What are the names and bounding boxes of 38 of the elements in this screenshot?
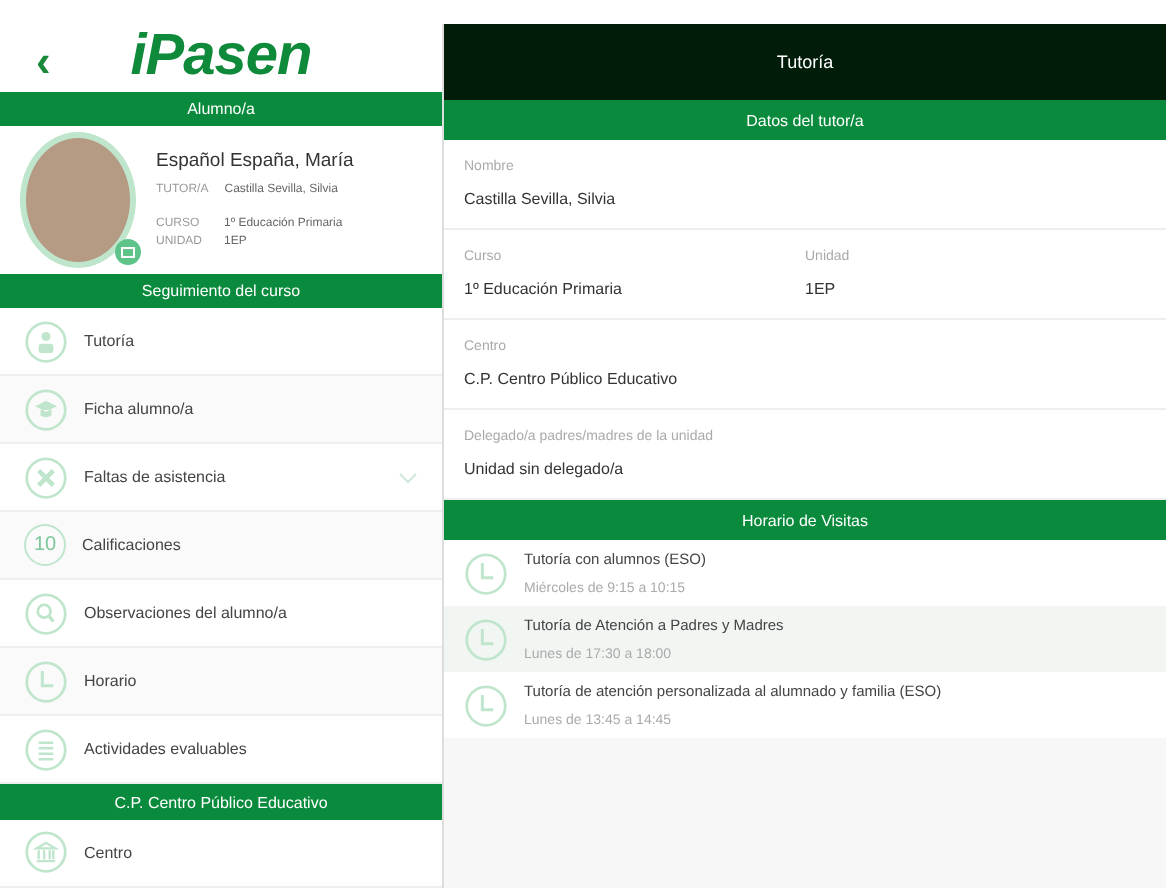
section-header: C.P. Centro Público Educativo xyxy=(0,784,442,820)
clock-icon xyxy=(464,683,508,727)
menu-item-label: Observaciones del alumno/a xyxy=(84,604,289,623)
field-value: 1º Educación Primaria xyxy=(464,280,624,298)
section-header: Datos del tutor/a xyxy=(444,100,1166,140)
menu-item[interactable]: 10 Calificaciones xyxy=(0,512,442,581)
app-logo: iPasen xyxy=(130,24,312,91)
field-value: 1EP xyxy=(805,280,838,298)
building-icon xyxy=(24,830,68,875)
graduation-cap-icon xyxy=(24,387,68,432)
photo-placeholder xyxy=(20,131,136,268)
menu-item-label: Centro xyxy=(84,843,135,862)
section-header: Seguimiento del curso xyxy=(0,273,442,309)
clock-icon xyxy=(464,551,508,595)
menu-item-label: Calificaciones xyxy=(82,536,183,555)
clock-icon xyxy=(464,617,508,661)
page-title: Tutoría xyxy=(444,24,1166,100)
menu-item[interactable]: Horario xyxy=(0,648,442,717)
menu-item[interactable]: Ficha alumno/a xyxy=(0,376,442,445)
menu-item-label: Horario xyxy=(84,672,139,691)
student-name: Español España, María xyxy=(156,150,354,173)
field-value: Castilla Sevilla, Silvia xyxy=(464,190,618,208)
back-button[interactable]: ‹ xyxy=(28,36,59,88)
field-value: C.P. Centro Público Educativo xyxy=(464,370,680,388)
grade-icon: 10 xyxy=(24,524,66,567)
cross-icon xyxy=(24,455,68,500)
clock-icon xyxy=(24,659,68,704)
section-header: Horario de Visitas xyxy=(444,500,1166,540)
search-icon xyxy=(24,591,68,636)
menu-item-label: Ficha alumno/a xyxy=(84,400,196,419)
section-header: Alumno/a xyxy=(0,91,442,127)
menu-item-label: Actividades evaluables xyxy=(84,740,249,759)
menu-item-label: Tutoría xyxy=(84,332,137,351)
field-value: Unidad sin delegado/a xyxy=(464,460,626,478)
list-icon xyxy=(24,727,68,772)
chevron-down-icon xyxy=(398,469,418,486)
menu-item-label: Faltas de asistencia xyxy=(84,468,228,487)
person-icon xyxy=(24,319,68,364)
